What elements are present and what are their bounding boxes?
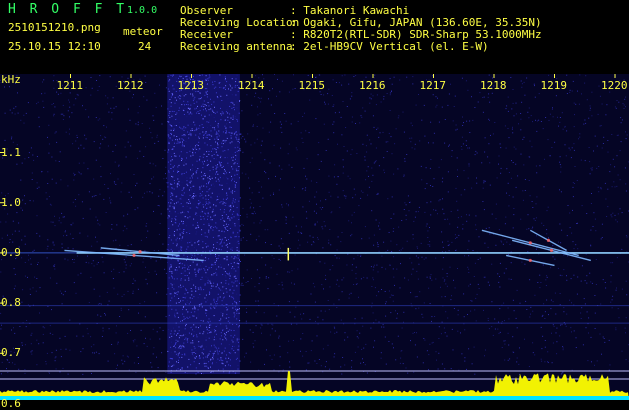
meteor-echo-core xyxy=(138,250,141,253)
file-name: 2510151210.png xyxy=(8,22,101,34)
noise-band xyxy=(167,74,241,374)
x-tick-label: 1216 xyxy=(359,79,386,92)
y-tick-label: 0.8 xyxy=(1,296,21,309)
meteor-echo-core xyxy=(547,239,550,242)
spectrogram-svg xyxy=(0,74,629,400)
noise-texture xyxy=(0,74,629,375)
app-name: H R O F F T xyxy=(8,4,127,16)
x-tick-label: 1214 xyxy=(238,79,265,92)
meteor-count: 24 xyxy=(138,41,151,53)
x-tick-label: 1212 xyxy=(117,79,144,92)
y-tick-label: 0.6 xyxy=(1,397,21,410)
file-timestamp: 25.10.15 12:10 xyxy=(8,41,101,53)
meteor-echo-core xyxy=(132,254,135,257)
y-tick-label: 0.9 xyxy=(1,246,21,259)
y-tick-label: 1.0 xyxy=(1,196,21,209)
app-version: 1.0.0 xyxy=(127,5,157,17)
info-key-antenna: Receiving antenna xyxy=(180,41,293,53)
y-axis-unit: kHz xyxy=(1,73,21,86)
x-tick-label: 1217 xyxy=(420,79,447,92)
info-value-antenna: : 2el-HB9CV Vertical (el. E-W) xyxy=(290,41,489,53)
y-tick-label: 1.1 xyxy=(1,146,21,159)
amplitude-trace xyxy=(0,371,629,400)
amplitude-baseline xyxy=(0,396,629,400)
x-tick-label: 1211 xyxy=(57,79,84,92)
y-tick-label: 0.7 xyxy=(1,346,21,359)
x-tick-label: 1220 xyxy=(601,79,628,92)
x-tick-label: 1215 xyxy=(299,79,326,92)
counter-label: meteor xyxy=(123,26,163,38)
meteor-echo-core xyxy=(550,249,553,252)
x-tick-label: 1219 xyxy=(541,79,568,92)
meteor-echo-core xyxy=(529,259,532,262)
header-panel: H R O F F T 1.0.0 2510151210.png meteor … xyxy=(0,0,629,74)
spectrogram-plot xyxy=(0,74,629,400)
x-tick-label: 1213 xyxy=(178,79,205,92)
x-tick-label: 1218 xyxy=(480,79,507,92)
